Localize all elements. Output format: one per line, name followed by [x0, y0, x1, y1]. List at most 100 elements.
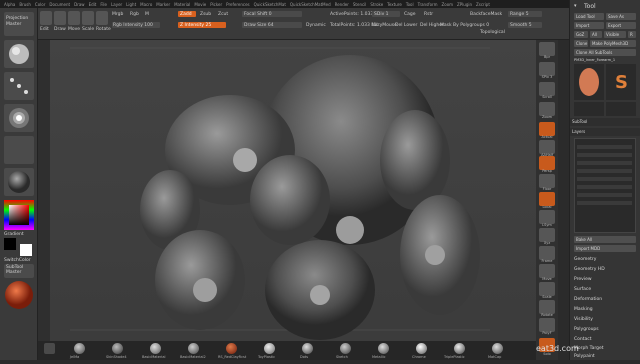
zoom-button[interactable] [539, 102, 555, 116]
preview-section[interactable]: Preview [574, 277, 592, 282]
load-tool-button[interactable]: Load Tool [574, 13, 604, 20]
menu-item[interactable]: Stencil [353, 2, 367, 7]
color-picker[interactable] [4, 200, 34, 230]
viewport-canvas[interactable] [50, 40, 536, 360]
menu-item[interactable]: Zoom [442, 2, 454, 7]
menu-item[interactable]: Zscript [476, 2, 490, 7]
scroll-button[interactable] [539, 82, 555, 96]
export-button[interactable]: Export [606, 22, 636, 29]
material-slot[interactable] [44, 343, 55, 354]
menu-item[interactable]: Macro [140, 2, 152, 7]
material-slot[interactable] [264, 343, 275, 354]
layer-row[interactable] [577, 145, 632, 149]
menu-item[interactable]: Transform [418, 2, 438, 7]
geometry-section[interactable]: Geometry [574, 257, 596, 262]
goz-button[interactable]: GoZ [574, 31, 588, 38]
contact-section[interactable]: Contact [574, 337, 592, 342]
menu-item[interactable]: Draw [74, 2, 84, 7]
visible-button[interactable]: Visible [604, 31, 626, 38]
menu-item[interactable]: Render [335, 2, 349, 7]
menu-item[interactable]: Picker [210, 2, 222, 7]
subtool-thumb-1[interactable] [574, 102, 604, 116]
material-thumbnail[interactable] [4, 168, 34, 196]
material-slot[interactable] [340, 343, 351, 354]
menu-item[interactable]: Marker [156, 2, 170, 7]
material-slot[interactable] [416, 343, 427, 354]
menu-item[interactable]: Edit [89, 2, 97, 7]
actual-button[interactable] [539, 122, 555, 136]
red-material-swatch[interactable] [4, 280, 34, 310]
layer-row[interactable] [577, 161, 632, 165]
gradient-label[interactable]: Gradient [4, 232, 24, 237]
layers-list[interactable] [574, 138, 636, 233]
local-button[interactable] [539, 192, 555, 206]
edit-button[interactable] [40, 11, 52, 25]
import-mdd-button[interactable]: Import MDD [574, 245, 636, 252]
layer-row[interactable] [577, 185, 632, 189]
menu-item[interactable]: Texture [387, 2, 402, 7]
import-button[interactable]: Import [574, 22, 604, 29]
zcut-toggle[interactable]: Zcut [218, 12, 228, 17]
menu-item[interactable]: Movie [194, 2, 206, 7]
rstr-button[interactable]: Rstr [424, 12, 433, 17]
polyf-button[interactable] [539, 318, 555, 332]
menu-item[interactable]: Preferences [226, 2, 250, 7]
masking-section[interactable]: Masking [574, 307, 593, 312]
persp-button[interactable] [539, 156, 555, 170]
zsub-toggle[interactable]: Zsub [200, 12, 211, 17]
surface-section[interactable]: Surface [574, 287, 591, 292]
polygroups-section[interactable]: Polygroups [574, 327, 599, 332]
layer-row[interactable] [577, 177, 632, 181]
material-slot[interactable] [188, 343, 199, 354]
secondary-color-swatch[interactable] [4, 238, 16, 250]
menu-item[interactable]: Document [49, 2, 70, 7]
save-as-button[interactable]: Save As [606, 13, 636, 20]
layer-row[interactable] [577, 169, 632, 173]
stroke-thumbnail[interactable] [4, 72, 34, 100]
layers-section[interactable]: Layers [570, 128, 640, 136]
subtool-section[interactable]: SubTool [570, 118, 640, 126]
switch-color-button[interactable]: SwitchColor [4, 258, 31, 263]
all-button[interactable]: All [590, 31, 602, 38]
primary-color-swatch[interactable] [20, 244, 32, 256]
material-slot[interactable] [492, 343, 503, 354]
rgb-toggle[interactable]: Rgb [130, 12, 139, 17]
bpr-button[interactable] [539, 42, 555, 56]
menu-item[interactable]: ZPlugin [457, 2, 472, 7]
bake-all-button[interactable]: Bake All [574, 236, 636, 243]
material-slot[interactable] [454, 343, 465, 354]
rotate-button[interactable] [96, 11, 108, 25]
make-polymesh3d-button[interactable]: Make PolyMesh3D [590, 40, 636, 47]
menu-item[interactable]: Brush [19, 2, 31, 7]
material-slot[interactable] [226, 343, 237, 354]
layer-row[interactable] [577, 153, 632, 157]
menu-item[interactable]: Tool [406, 2, 414, 7]
layer-row[interactable] [577, 193, 632, 197]
menu-item[interactable]: Color [35, 2, 45, 7]
scale-view-button[interactable] [539, 282, 555, 296]
subtool-master-button[interactable]: SubTool Master [4, 264, 34, 278]
material-slot[interactable] [112, 343, 123, 354]
menu-item[interactable]: Material [174, 2, 190, 7]
clone-all-subtools-button[interactable]: Clone All SubTools [574, 49, 636, 56]
r-button[interactable]: R [628, 31, 636, 38]
rotate-view-button[interactable] [539, 300, 555, 314]
lazymouse-toggle[interactable]: LazyMouse [372, 23, 397, 28]
texture-thumbnail[interactable] [4, 136, 34, 164]
menu-item[interactable]: Alpha [4, 2, 15, 7]
menu-item[interactable]: Stroke [370, 2, 383, 7]
dynamic-toggle[interactable]: Dynamic [306, 23, 326, 28]
del-lower-button[interactable]: Del Lower [395, 23, 417, 28]
geometry-hd-section[interactable]: Geometry HD [574, 267, 605, 272]
menu-item[interactable]: Light [126, 2, 136, 7]
menu-item[interactable]: File [100, 2, 107, 7]
brush-thumbnail[interactable] [4, 40, 34, 68]
move-view-button[interactable] [539, 264, 555, 278]
layer-row[interactable] [577, 201, 632, 205]
menu-item[interactable]: QuickSketchMatMed [290, 2, 331, 7]
tool-thumbnail[interactable] [574, 64, 604, 100]
menu-item[interactable]: QuickSketchMat [254, 2, 286, 7]
backface-mask-toggle[interactable]: BackfaceMask [470, 12, 502, 17]
clone-button[interactable]: Clone [574, 40, 588, 47]
collapse-icon[interactable]: ▾ [574, 3, 577, 9]
